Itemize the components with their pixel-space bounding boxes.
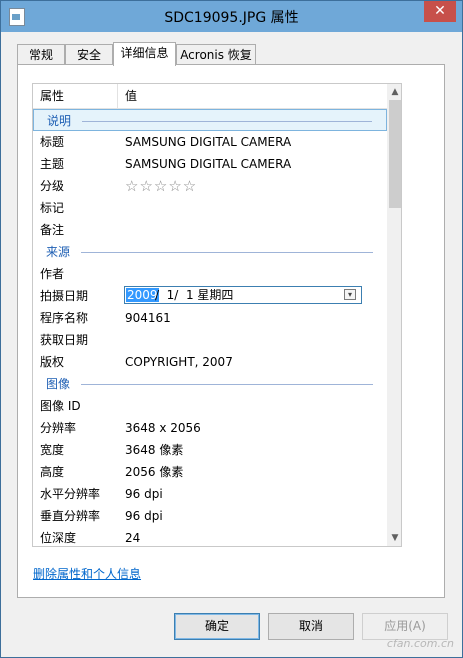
apply-button[interactable]: 应用(A) [362,613,448,640]
group-description[interactable]: 说明 [33,109,387,131]
row-program-name[interactable]: 程序名称 904161 [33,307,387,329]
property-name: 程序名称 [40,311,89,325]
property-value[interactable]: 96 dpi [125,505,163,527]
tab-security[interactable]: 安全 [65,44,113,64]
cancel-button[interactable]: 取消 [268,613,354,640]
property-value[interactable]: 96 dpi [125,483,163,505]
row-rating[interactable]: 分级 ☆☆☆☆☆ [33,175,387,197]
group-divider [81,252,373,253]
property-value[interactable]: 904161 [125,307,171,329]
tab-details[interactable]: 详细信息 [113,42,176,66]
property-name: 分辨率 [40,421,77,435]
property-value[interactable]: 3648 像素 [125,439,183,461]
property-name: 高度 [40,465,65,479]
row-copyright[interactable]: 版权 COPYRIGHT, 2007 [33,351,387,373]
property-name: 图像 ID [40,399,81,413]
calendar-dropdown-icon[interactable]: ▾ [344,289,356,300]
property-name: 备注 [40,223,65,237]
property-value[interactable]: 3648 x 2056 [125,417,201,439]
properties-window: SDC19095.JPG 属性 ✕ 常规 安全 详细信息 Acronis 恢复 … [0,0,463,658]
row-title[interactable]: 标题 SAMSUNG DIGITAL CAMERA [33,131,387,153]
vertical-scrollbar[interactable]: ▲ ▼ [387,84,401,546]
property-name: 版权 [40,355,65,369]
row-subject[interactable]: 主题 SAMSUNG DIGITAL CAMERA [33,153,387,175]
remove-properties-link[interactable]: 删除属性和个人信息 [33,565,141,582]
property-name: 拍摄日期 [40,289,89,303]
watermark: cfan.com.cn [386,637,454,650]
rating-stars-icon[interactable]: ☆☆☆☆☆ [125,175,197,197]
year-selection[interactable]: 2009 [126,288,159,302]
group-label: 来源 [46,245,71,259]
row-bit-depth[interactable]: 位深度 24 [33,527,387,546]
property-name: 宽度 [40,443,65,457]
group-divider [81,384,373,385]
list-header: 属性 值 [33,84,387,109]
scroll-up-arrow-icon[interactable]: ▲ [387,84,401,100]
property-value[interactable]: SAMSUNG DIGITAL CAMERA [125,153,291,175]
property-name: 分级 [40,179,65,193]
property-value[interactable]: 2056 像素 [125,461,183,483]
group-label: 图像 [46,377,71,391]
column-header-property[interactable]: 属性 [40,84,64,108]
group-label: 说明 [47,114,72,128]
row-date-taken[interactable]: 拍摄日期 2009 / 1/ 1 星期四 ▾ [33,285,387,307]
column-header-value[interactable]: 值 [125,84,137,108]
row-vertical-resolution[interactable]: 垂直分辨率 96 dpi [33,505,387,527]
property-name: 水平分辨率 [40,487,101,501]
scroll-down-arrow-icon[interactable]: ▼ [387,530,401,546]
title-bar[interactable]: SDC19095.JPG 属性 ✕ [1,1,462,32]
row-tags[interactable]: 标记 [33,197,387,219]
property-name: 标题 [40,135,65,149]
row-authors[interactable]: 作者 [33,263,387,285]
property-name: 位深度 [40,531,77,545]
property-value[interactable]: COPYRIGHT, 2007 [125,351,233,373]
tab-acronis-recovery[interactable]: Acronis 恢复 [176,44,256,64]
group-image[interactable]: 图像 [33,373,387,395]
scroll-thumb[interactable] [389,100,401,208]
property-name: 标记 [40,201,65,215]
row-dimensions[interactable]: 分辨率 3648 x 2056 [33,417,387,439]
window-title: SDC19095.JPG 属性 [164,10,299,26]
row-height[interactable]: 高度 2056 像素 [33,461,387,483]
property-name: 主题 [40,157,65,171]
close-button[interactable]: ✕ [424,1,456,22]
property-value[interactable]: 24 [125,527,140,546]
ok-button[interactable]: 确定 [174,613,260,640]
column-divider[interactable] [117,84,118,108]
group-divider [82,121,372,122]
property-name: 作者 [40,267,65,281]
tab-general[interactable]: 常规 [17,44,65,64]
row-horizontal-resolution[interactable]: 水平分辨率 96 dpi [33,483,387,505]
property-name: 垂直分辨率 [40,509,101,523]
group-origin[interactable]: 来源 [33,241,387,263]
date-remainder[interactable]: / 1/ 1 星期四 [155,287,233,303]
details-panel: 属性 值 说明 标题 SAMSUNG DIGITAL CAMERA 主题 SAM… [17,64,445,598]
row-image-id[interactable]: 图像 ID [33,395,387,417]
property-name: 获取日期 [40,333,89,347]
row-comments[interactable]: 备注 [33,219,387,241]
date-taken-picker[interactable]: 2009 / 1/ 1 星期四 ▾ [124,286,362,304]
row-width[interactable]: 宽度 3648 像素 [33,439,387,461]
property-value[interactable]: SAMSUNG DIGITAL CAMERA [125,131,291,153]
property-list[interactable]: 属性 值 说明 标题 SAMSUNG DIGITAL CAMERA 主题 SAM… [32,83,402,547]
row-date-acquired[interactable]: 获取日期 [33,329,387,351]
